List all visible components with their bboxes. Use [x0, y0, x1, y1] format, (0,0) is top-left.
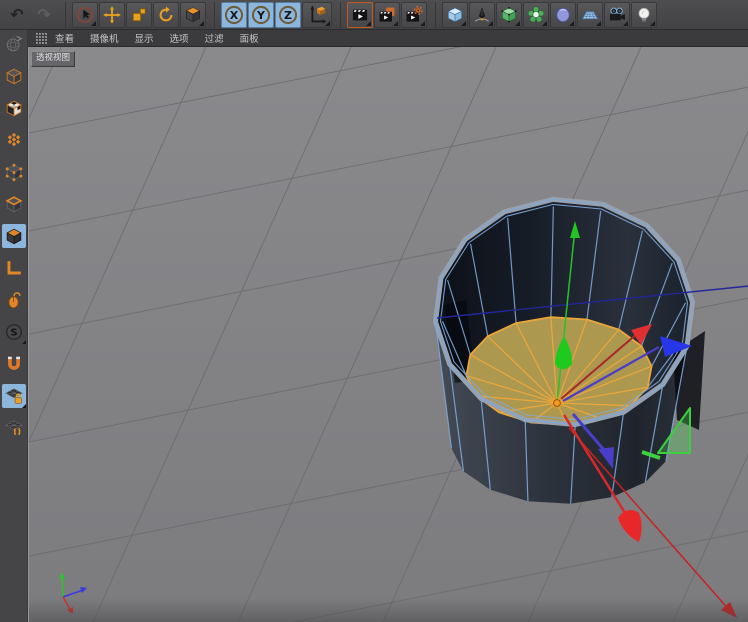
- lock-x-axis-button[interactable]: X: [221, 2, 247, 28]
- z-axis-icon: Z: [277, 4, 299, 26]
- toolbar-separator: [333, 2, 341, 28]
- svg-text:Y: Y: [256, 8, 266, 21]
- edges-mode-icon: [4, 194, 24, 214]
- edit-render-settings-button[interactable]: [401, 2, 427, 28]
- model-mode-button[interactable]: [2, 64, 26, 88]
- menu-view[interactable]: 查看: [55, 31, 74, 45]
- svg-text:Z: Z: [284, 8, 292, 21]
- undo-icon: ↶: [10, 7, 23, 23]
- menu-panel[interactable]: 面板: [240, 31, 259, 45]
- rotate-tool-button[interactable]: [153, 2, 179, 28]
- workplane-mode-icon: [4, 130, 24, 150]
- snap-settings-button[interactable]: S: [2, 320, 26, 344]
- environment-sphere-icon: [553, 5, 573, 25]
- model-mode-icon: [4, 66, 24, 86]
- snap-s-icon: S: [4, 322, 24, 342]
- x-axis-icon: X: [223, 4, 245, 26]
- redo-button[interactable]: ↷: [31, 2, 57, 28]
- extrude-cube-icon: [183, 5, 203, 25]
- panel-grid-icon[interactable]: [36, 33, 47, 44]
- add-deformer-button[interactable]: [523, 2, 549, 28]
- make-editable-button[interactable]: [2, 32, 26, 56]
- add-generator-button[interactable]: [496, 2, 522, 28]
- polygons-mode-icon: [4, 226, 24, 246]
- menu-options[interactable]: 选项: [170, 31, 189, 45]
- enable-axis-button[interactable]: [2, 256, 26, 280]
- rotate-icon: [156, 5, 176, 25]
- svg-text:S: S: [10, 328, 17, 339]
- polygons-mode-button[interactable]: [2, 224, 26, 248]
- workplane-grid-button[interactable]: [2, 416, 26, 440]
- floor-grid-icon: [580, 5, 600, 25]
- render-to-picture-viewer-button[interactable]: [374, 2, 400, 28]
- light-bulb-icon: [634, 5, 654, 25]
- mouse-icon: [4, 290, 24, 310]
- redo-icon: ↷: [37, 7, 50, 23]
- add-camera-button[interactable]: [604, 2, 630, 28]
- lock-z-axis-button[interactable]: Z: [275, 2, 301, 28]
- menu-cameras[interactable]: 摄像机: [90, 31, 119, 45]
- camera-icon: [606, 5, 628, 25]
- last-used-tool-button[interactable]: [180, 2, 206, 28]
- viewport-canvas[interactable]: [29, 47, 748, 622]
- cube-primitive-icon: [445, 5, 465, 25]
- viewport-vignette: [29, 598, 748, 622]
- add-cube-primitive-button[interactable]: [442, 2, 468, 28]
- live-selection-button[interactable]: [72, 2, 98, 28]
- workplane-mode-button[interactable]: [2, 128, 26, 152]
- enable-snap-button[interactable]: [2, 352, 26, 376]
- workplane-grid-icon: [4, 418, 24, 438]
- make-editable-icon: [4, 34, 24, 54]
- locked-workplane-icon: [4, 386, 24, 406]
- add-light-button[interactable]: [631, 2, 657, 28]
- spline-pen-icon: [472, 5, 492, 25]
- edges-mode-button[interactable]: [2, 192, 26, 216]
- menu-filter[interactable]: 过滤: [205, 31, 224, 45]
- render-settings-icon: [404, 5, 424, 25]
- render-view-icon: [350, 5, 370, 25]
- points-mode-button[interactable]: [2, 160, 26, 184]
- render-view-button[interactable]: [347, 2, 373, 28]
- toolbar-separator: [58, 2, 66, 28]
- tweak-mode-button[interactable]: [2, 288, 26, 312]
- scale-icon: [129, 5, 149, 25]
- texture-mode-icon: [4, 98, 24, 118]
- mode-sidebar: S: [0, 30, 28, 622]
- locked-workplane-button[interactable]: [2, 384, 26, 408]
- toolbar-separator: [207, 2, 215, 28]
- move-tool-button[interactable]: [99, 2, 125, 28]
- add-floor-button[interactable]: [577, 2, 603, 28]
- texture-mode-button[interactable]: [2, 96, 26, 120]
- enable-axis-icon: [4, 258, 24, 278]
- perspective-viewport[interactable]: 透视视图: [28, 47, 748, 622]
- magnet-icon: [4, 354, 24, 374]
- points-mode-icon: [4, 162, 24, 182]
- toolbar-separator: [428, 2, 436, 28]
- live-selection-icon: [75, 5, 95, 25]
- viewport-menubar: 查看 摄像机 显示 选项 过滤 面板: [28, 30, 748, 47]
- generator-cube-icon: [499, 5, 519, 25]
- add-environment-button[interactable]: [550, 2, 576, 28]
- gizmo-center: [554, 400, 561, 407]
- scale-tool-button[interactable]: [126, 2, 152, 28]
- undo-button[interactable]: ↶: [4, 2, 30, 28]
- render-picture-viewer-icon: [377, 5, 397, 25]
- deformer-icon: [526, 5, 546, 25]
- move-icon: [102, 5, 122, 25]
- svg-text:X: X: [230, 8, 239, 21]
- lock-y-axis-button[interactable]: Y: [248, 2, 274, 28]
- add-spline-button[interactable]: [469, 2, 495, 28]
- viewport-label: 透视视图: [31, 51, 75, 67]
- coordinate-system-icon: [305, 4, 329, 26]
- y-axis-icon: Y: [250, 4, 272, 26]
- main-toolbar: ↶ ↷: [0, 0, 748, 30]
- menu-display[interactable]: 显示: [135, 31, 154, 45]
- coordinate-system-button[interactable]: [302, 2, 332, 28]
